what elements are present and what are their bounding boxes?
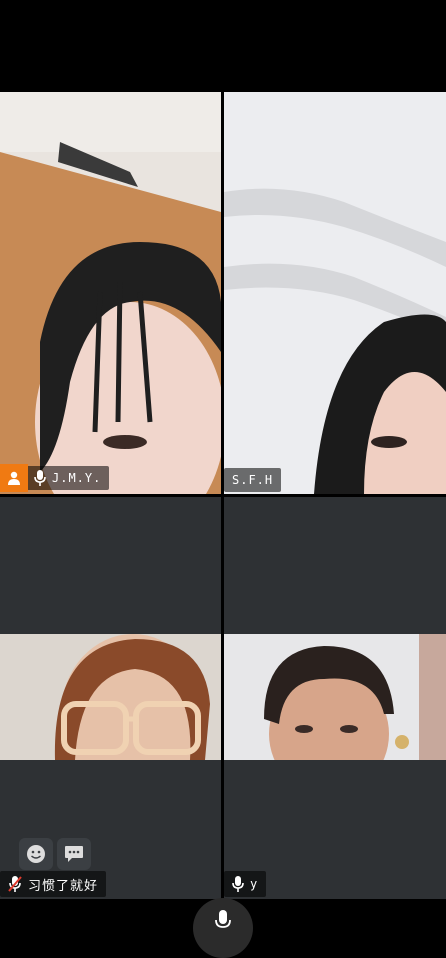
- participant-label-y: y: [224, 871, 267, 897]
- chat-button[interactable]: [57, 838, 91, 870]
- participant-name: J.M.Y.: [52, 471, 102, 485]
- participant-name: 习惯了就好: [28, 878, 99, 894]
- host-icon: [0, 464, 28, 492]
- microphone-icon: [215, 910, 231, 928]
- smile-icon: [27, 845, 45, 863]
- participant-name: S.F.H: [232, 473, 274, 487]
- chat-bubble-icon: [65, 846, 83, 862]
- participant-name: y: [250, 877, 259, 891]
- participant-label-sfh: S.F.H: [224, 468, 282, 492]
- microphone-muted-icon: [8, 876, 22, 892]
- video-tile-sfh[interactable]: S.F.H: [224, 92, 446, 494]
- participant-video-y: [224, 634, 446, 760]
- video-tile-jmy[interactable]: J.M.Y.: [0, 92, 221, 494]
- microphone-icon: [232, 876, 244, 892]
- participant-label-xiguan: 习惯了就好: [0, 871, 107, 897]
- participant-label-jmy: J.M.Y.: [0, 464, 110, 492]
- emoji-button[interactable]: [19, 838, 53, 870]
- participant-video-xiguan: [0, 634, 221, 760]
- video-tile-xiguan[interactable]: 习惯了就好: [0, 497, 221, 899]
- microphone-icon: [34, 470, 46, 486]
- bottom-mic-button[interactable]: [193, 898, 253, 958]
- video-tile-y[interactable]: y: [224, 497, 446, 899]
- participant-video-jmy: [0, 92, 221, 494]
- participant-video-sfh: [224, 92, 446, 494]
